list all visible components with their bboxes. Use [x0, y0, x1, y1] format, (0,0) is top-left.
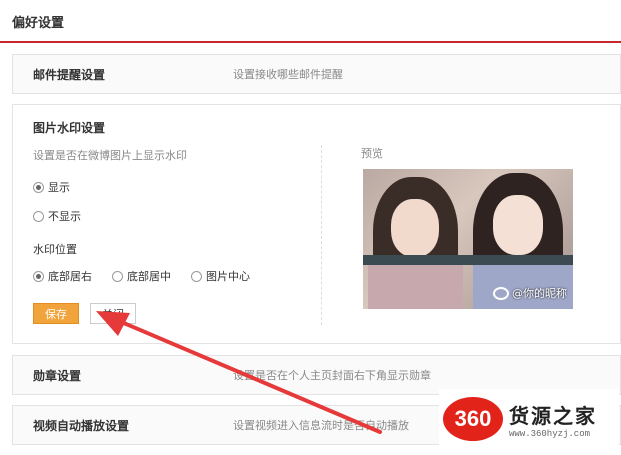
mail-settings-desc: 设置接收哪些邮件提醒 [233, 68, 343, 81]
watermark-position-label: 水印位置 [33, 243, 77, 256]
video-autoplay-desc: 设置视频进入信息流时是否自动播放 [233, 419, 409, 432]
position-bottom-center-label: 底部居中 [127, 270, 171, 283]
weibo-icon [493, 286, 509, 300]
position-bottom-right-label: 底部居右 [48, 270, 92, 283]
mail-settings-panel[interactable]: 邮件提醒设置 设置接收哪些邮件提醒 [12, 54, 621, 94]
logo-url: www.360hyzj.com [509, 428, 591, 439]
medal-settings-title: 勋章设置 [33, 368, 82, 383]
show-radio[interactable] [33, 181, 44, 193]
watermark-settings-panel: 图片水印设置 设置是否在微博图片上显示水印 显示 不显示 水印位置 底部居右 底… [12, 104, 621, 344]
position-bottom-center-radio[interactable] [112, 270, 123, 282]
save-button[interactable]: 保存 [33, 303, 79, 324]
position-bottom-right-radio[interactable] [33, 270, 44, 282]
preview-label: 预览 [361, 147, 383, 160]
watermark-settings-desc: 设置是否在微博图片上显示水印 [33, 149, 187, 162]
medal-settings-desc: 设置是否在个人主页封面右下角显示勋章 [233, 369, 431, 382]
hide-watermark-option[interactable]: 不显示 [33, 208, 81, 224]
watermark-text: @你的昵称 [512, 287, 567, 300]
position-image-center-label: 图片中心 [206, 270, 250, 283]
watermark-settings-title: 图片水印设置 [33, 121, 106, 135]
show-label: 显示 [48, 181, 70, 194]
position-image-center-radio[interactable] [191, 270, 202, 282]
close-button[interactable]: 关闭 [90, 303, 136, 324]
site-logo: 360 货源之家 www.360hyzj.com [439, 389, 619, 449]
watermark-position-group: 底部居右 底部居中 图片中心 [33, 268, 270, 284]
mail-settings-title: 邮件提醒设置 [33, 67, 106, 82]
hide-radio[interactable] [33, 210, 44, 222]
preview-image: @你的昵称 [363, 169, 573, 309]
position-image-center[interactable]: 图片中心 [191, 268, 250, 284]
hide-label: 不显示 [48, 210, 81, 223]
logo-name: 货源之家 [509, 403, 597, 428]
position-bottom-center[interactable]: 底部居中 [112, 268, 171, 284]
vertical-divider [321, 145, 322, 325]
video-autoplay-title: 视频自动播放设置 [33, 418, 130, 433]
logo-badge: 360 [443, 397, 503, 441]
show-watermark-option[interactable]: 显示 [33, 179, 70, 195]
title-divider [0, 41, 621, 43]
watermark-overlay: @你的昵称 [493, 285, 567, 301]
position-bottom-right[interactable]: 底部居右 [33, 268, 92, 284]
page-title: 偏好设置 [12, 16, 65, 31]
